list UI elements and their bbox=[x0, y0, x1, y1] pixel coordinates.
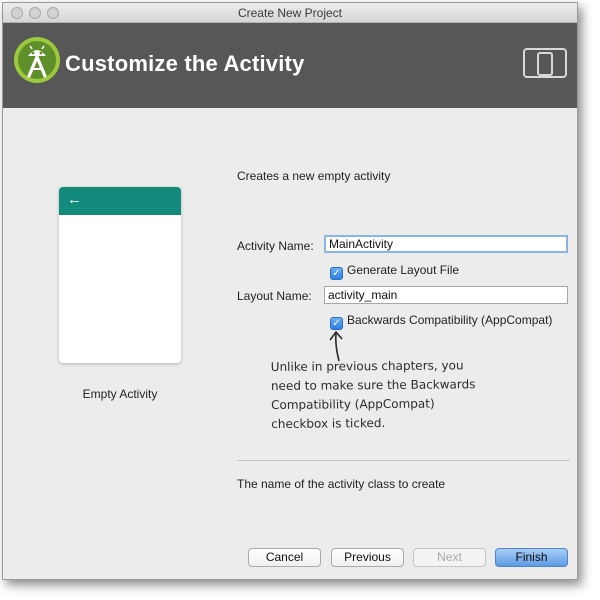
page-title: Customize the Activity bbox=[65, 51, 305, 76]
finish-button[interactable]: Finish bbox=[495, 548, 568, 567]
title-bar: Create New Project bbox=[3, 3, 577, 23]
handwritten-annotation: Unlike in previous chapters, you need to… bbox=[271, 356, 502, 434]
annotation-line: need to make sure the Backwards bbox=[270, 377, 476, 394]
activity-name-input[interactable] bbox=[324, 235, 568, 253]
tablet-phone-icon bbox=[523, 48, 567, 78]
backwards-compat-label: Backwards Compatibility (AppCompat) bbox=[347, 313, 553, 327]
generate-layout-row[interactable]: ✓ Generate Layout File bbox=[330, 263, 459, 280]
previous-button[interactable]: Previous bbox=[331, 548, 404, 567]
annotation-line: Compatibility (AppCompat) bbox=[271, 396, 435, 413]
next-button[interactable]: Next bbox=[413, 548, 486, 567]
annotation-line: checkbox is ticked. bbox=[271, 416, 386, 432]
activity-name-label: Activity Name: bbox=[237, 239, 314, 253]
wizard-header: Customize the Activity bbox=[3, 23, 577, 108]
divider bbox=[237, 460, 570, 461]
window-title: Create New Project bbox=[237, 6, 343, 20]
preview-caption: Empty Activity bbox=[82, 387, 158, 401]
cancel-button[interactable]: Cancel bbox=[248, 548, 321, 567]
layout-name-input[interactable] bbox=[324, 286, 568, 304]
help-text: The name of the activity class to create bbox=[237, 477, 446, 491]
annotation-line: Unlike in previous chapters, you bbox=[270, 358, 464, 375]
activity-description: Creates a new empty activity bbox=[237, 169, 391, 183]
android-studio-logo-icon bbox=[14, 37, 60, 83]
generate-layout-checkbox[interactable]: ✓ bbox=[330, 267, 343, 280]
back-arrow-icon: ← bbox=[67, 191, 82, 208]
preview-app-bar: ← bbox=[59, 187, 181, 215]
layout-name-label: Layout Name: bbox=[237, 289, 312, 303]
activity-preview-card[interactable]: ← bbox=[59, 187, 181, 363]
dialog-window: Create New Project Customize the Activit… bbox=[2, 2, 578, 580]
generate-layout-label: Generate Layout File bbox=[347, 263, 460, 277]
backwards-compat-row[interactable]: ✓ Backwards Compatibility (AppCompat) bbox=[330, 313, 552, 330]
